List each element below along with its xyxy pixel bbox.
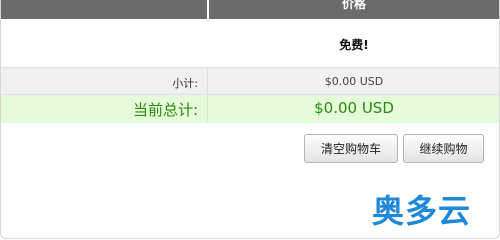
total-row: 当前总计: $0.00 USD <box>1 95 499 123</box>
subtotal-value: $0.00 USD <box>324 75 384 88</box>
total-value: $0.00 USD <box>314 99 394 117</box>
subtotal-divider <box>207 68 208 94</box>
item-price: 免费! <box>339 38 369 52</box>
total-divider <box>207 95 208 123</box>
subtotal-label: 小计: <box>172 77 198 90</box>
continue-shopping-button[interactable]: 继续购物 <box>403 134 484 163</box>
price-column-header: 价格 <box>341 0 366 11</box>
clear-cart-button[interactable]: 清空购物车 <box>304 134 398 163</box>
table-header: 价格 <box>1 0 499 19</box>
subtotal-row: 小计: $0.00 USD <box>1 68 499 95</box>
watermark-logo: 奥多云 <box>372 192 472 230</box>
cart-item-row: 免费! <box>1 19 499 68</box>
total-label: 当前总计: <box>132 101 198 119</box>
